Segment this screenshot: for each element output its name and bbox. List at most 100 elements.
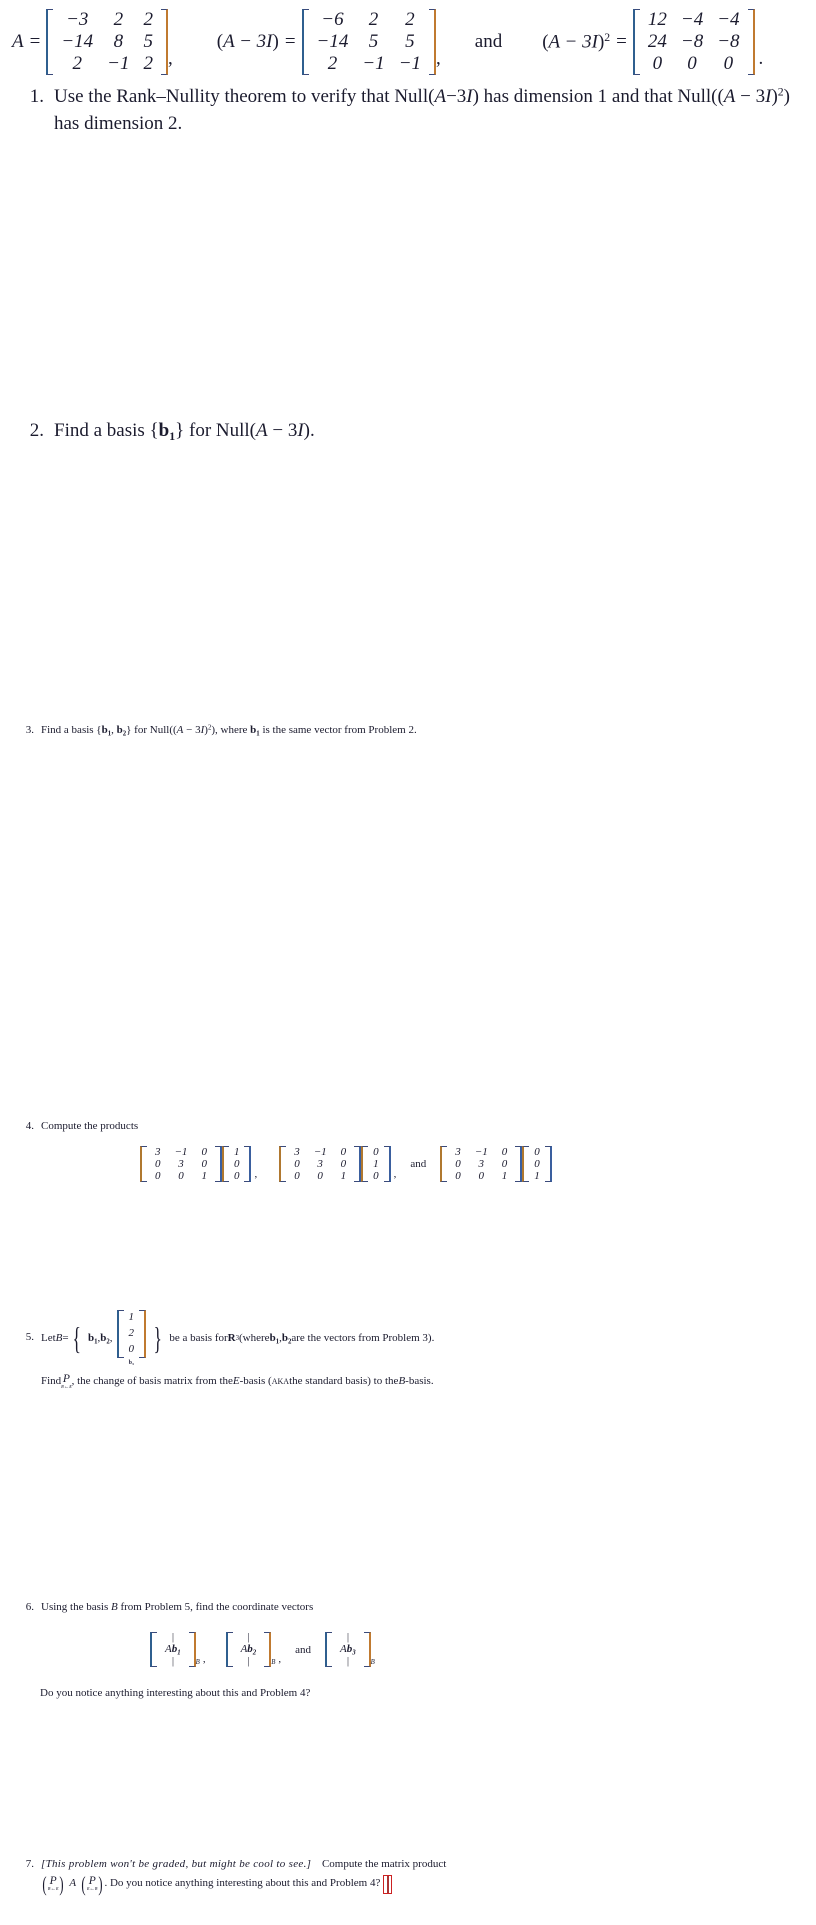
problem-7-line-1: [This problem won't be graded, but might… <box>41 1857 714 1873</box>
bracket-left <box>325 1632 333 1668</box>
text: } for Null(( <box>126 724 177 736</box>
bracket-left <box>46 9 54 75</box>
matrix-cell: 2 <box>72 53 82 74</box>
text: is the same vector from Problem 2. <box>259 724 417 736</box>
bracket-right <box>264 1632 272 1668</box>
matrix-cell: 0 <box>687 53 697 74</box>
bracket-left <box>361 1146 369 1182</box>
bracket-right <box>515 1146 523 1182</box>
symbol-B: B <box>110 1601 118 1613</box>
matrix-cell: 2 <box>327 53 338 74</box>
matrix-cell: 1 <box>501 1170 508 1182</box>
matrix-cell: 5 <box>143 31 153 52</box>
matrix-cell: 3 <box>455 1146 461 1158</box>
problem-2-body: Find a basis {b1} for Null(A − 3I). <box>54 418 618 446</box>
vector-b2-ref: b2 <box>281 1331 292 1346</box>
text: Use the Rank–Nullity theorem to verify t… <box>54 86 435 107</box>
bracket-right <box>747 9 755 75</box>
vector-b3-stack: 1 2 0 b₃ <box>116 1310 146 1368</box>
matrix-cell: 0 <box>178 1170 184 1182</box>
bracket-right <box>544 1146 552 1182</box>
problem-3: 3. Find a basis {b1, b2} for Null((A − 3… <box>14 723 714 739</box>
problem-7-body: [This problem won't be graded, but might… <box>41 1857 714 1897</box>
matrix-cell: 0 <box>294 1170 300 1182</box>
equals-sign-2: = <box>284 31 296 52</box>
problem-6-coordinate-vectors-row: | Ab1 | B , | Ab2 | B , and | Ab3 | B <box>150 1632 570 1668</box>
matrix-cell: 2 <box>143 53 153 74</box>
problem-4-number: 4. <box>25 1120 34 1132</box>
paren-open-2: ( <box>81 1872 86 1897</box>
problem-5: 5. Let B = { b1, b2, 1 2 0 b₃} be a bas… <box>14 1310 734 1390</box>
text: from Problem 5, find the coordinate vect… <box>117 1601 314 1613</box>
expression: A − 3I <box>548 31 598 53</box>
text: be a basis for <box>169 1332 228 1345</box>
problem-3-number: 3. <box>25 724 34 736</box>
bracket-right <box>160 9 168 75</box>
matrix-cell: −1 <box>474 1146 488 1158</box>
problem-2: 2. Find a basis {b1} for Null(A − 3I). <box>18 418 618 446</box>
matrix-cell: 2 <box>143 9 153 30</box>
matrix-cell: 0 <box>455 1170 461 1182</box>
matrix-A: −3 2 2 −14 8 5 2 −1 2 <box>46 9 168 75</box>
text: the standard basis) to the <box>289 1375 399 1388</box>
worksheet-page: A = −3 2 2 −14 8 5 2 −1 2 , (A − 3I) = −… <box>0 0 816 1925</box>
matrix-cell: 5 <box>368 31 379 52</box>
P-subscript: ʙ←ᴇ <box>47 1885 59 1892</box>
paren-open-1: ( <box>42 1872 47 1897</box>
P-subscript: ᴇ←ʙ <box>87 1885 98 1892</box>
problem-7: 7. [This problem won't be graded, but mi… <box>14 1857 714 1897</box>
text: Find <box>41 1375 62 1388</box>
problem-4-body: Compute the products <box>41 1120 139 1132</box>
matrix-cell: 0 <box>155 1170 161 1182</box>
vector-b3: 1 2 0 <box>116 1310 146 1359</box>
matrix-cell: −8 <box>717 31 740 52</box>
expression: A − 3I <box>223 31 273 52</box>
bracket-right <box>354 1146 362 1182</box>
and-text-problem-6: and <box>295 1643 312 1656</box>
matrix-cell: 2 <box>368 9 379 30</box>
text: − 3 <box>183 724 201 736</box>
bottom-bar: | <box>346 1656 350 1668</box>
problem-6-question: Do you notice anything interesting about… <box>40 1687 310 1699</box>
bracket-left <box>522 1146 530 1182</box>
vector-b1: b1 <box>158 420 176 444</box>
question-text: Do you notice anything interesting about… <box>40 1687 311 1699</box>
text: , the change of basis matrix from the <box>71 1375 233 1388</box>
vector-cell: 1 <box>373 1158 379 1170</box>
text: } for Null( <box>175 420 257 441</box>
matrix-cell: 0 <box>294 1158 300 1170</box>
product-1-vector: 1 0 0 <box>221 1146 252 1182</box>
text-cursor-caret[interactable] <box>383 1874 393 1894</box>
vector-cell: 0 <box>534 1146 540 1158</box>
problem-5-body: Let B = { b1, b2, 1 2 0 b₃ } be a basis … <box>41 1310 734 1390</box>
matrix-cell: 2 <box>405 9 415 30</box>
separator-1: , <box>254 1168 258 1180</box>
paren-close-2: ) <box>98 1872 104 1897</box>
and-text-problem-4: and <box>410 1158 427 1170</box>
matrix-cell: 0 <box>340 1146 347 1158</box>
symbol-B: B <box>55 1332 63 1345</box>
vector-b1: b1 <box>101 724 112 738</box>
symbol-E: E <box>232 1375 240 1388</box>
vector-cell: 0 <box>233 1170 240 1182</box>
matrix-cell: 3 <box>478 1158 484 1170</box>
top-bar: | <box>171 1632 175 1643</box>
matrix-cell: 3 <box>317 1158 323 1170</box>
matrix-cell: −14 <box>61 31 94 52</box>
text: −3 <box>446 86 467 107</box>
vector-cell: 0 <box>373 1146 379 1158</box>
problem-4: 4. Compute the products <box>14 1119 714 1135</box>
matrix-cell: 0 <box>652 53 663 74</box>
bracket-left <box>279 1146 287 1182</box>
matrix-cell: 2 <box>113 9 124 30</box>
matrix-cell: 0 <box>501 1158 508 1170</box>
coordinate-vector-1: | Ab1 | B <box>150 1632 200 1668</box>
product-2-matrix: 3 −1 0 0 3 0 0 0 1 <box>279 1146 362 1182</box>
vector-cell: 1 <box>233 1146 240 1158</box>
text: ). <box>303 420 315 441</box>
vector-b1-ref: b1 <box>250 724 260 738</box>
bottom-bar: | <box>171 1656 175 1668</box>
bracket-right <box>363 1632 371 1668</box>
matrix-cell: 8 <box>113 31 124 52</box>
bracket-left <box>632 9 640 75</box>
